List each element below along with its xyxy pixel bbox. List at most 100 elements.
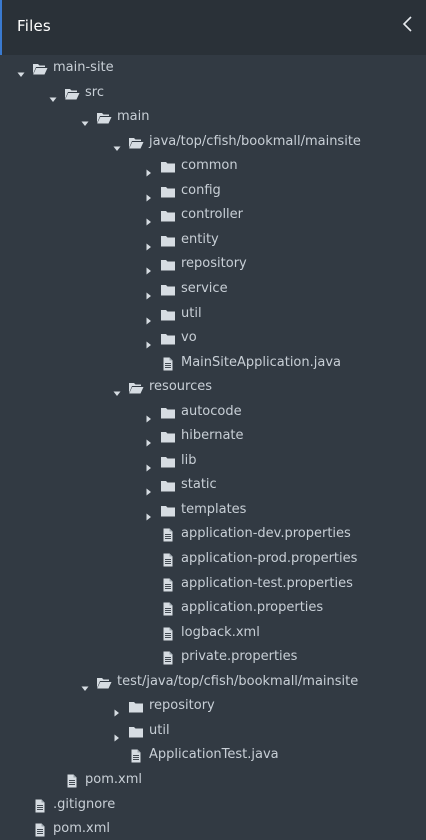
caret-down-icon[interactable] bbox=[113, 383, 121, 397]
tree-folder-row[interactable]: java/top/cfish/bookmall/mainsite bbox=[0, 130, 426, 154]
tree-item-label: resources bbox=[149, 379, 213, 395]
tree-folder-row[interactable]: hibernate bbox=[0, 424, 426, 448]
tree-item-label: test/java/top/cfish/bookmall/mainsite bbox=[117, 673, 359, 689]
caret-right-icon[interactable] bbox=[145, 285, 153, 300]
folder-icon bbox=[160, 159, 176, 173]
tree-item-label: util bbox=[181, 305, 202, 321]
tree-folder-row[interactable]: repository bbox=[0, 252, 426, 276]
tree-file-row[interactable]: MainSiteApplication.java bbox=[0, 351, 426, 375]
tree-file-row[interactable]: application-prod.properties bbox=[0, 547, 426, 571]
caret-right-icon[interactable] bbox=[145, 432, 153, 447]
caret-right-icon[interactable] bbox=[113, 702, 121, 717]
tree-folder-row[interactable]: vo bbox=[0, 326, 426, 350]
tree-folder-row[interactable]: service bbox=[0, 277, 426, 301]
tree-file-row[interactable]: pom.xml bbox=[0, 768, 426, 792]
file-icon bbox=[32, 798, 48, 812]
tree-folder-row[interactable]: lib bbox=[0, 449, 426, 473]
tree-item-label: logback.xml bbox=[181, 624, 260, 640]
caret-right-icon[interactable] bbox=[113, 727, 121, 742]
tree-file-row[interactable]: ApplicationTest.java bbox=[0, 743, 426, 767]
tree-file-row[interactable]: application.properties bbox=[0, 596, 426, 620]
tree-folder-row[interactable]: resources bbox=[0, 375, 426, 399]
tree-file-row[interactable]: application-test.properties bbox=[0, 572, 426, 596]
tree-file-row[interactable]: logback.xml bbox=[0, 621, 426, 645]
tree-folder-row[interactable]: src bbox=[0, 81, 426, 105]
chevron-left-icon bbox=[402, 16, 412, 32]
tree-folder-row[interactable]: main-site bbox=[0, 56, 426, 80]
caret-down-icon[interactable] bbox=[17, 64, 25, 77]
tree-folder-row[interactable]: util bbox=[0, 719, 426, 743]
file-icon bbox=[160, 650, 176, 665]
caret-right-icon[interactable] bbox=[145, 506, 153, 521]
tree-folder-row[interactable]: config bbox=[0, 179, 426, 203]
tree-item-label: private.properties bbox=[181, 649, 298, 665]
tree-item-label: controller bbox=[181, 207, 244, 223]
tree-folder-row[interactable]: entity bbox=[0, 228, 426, 252]
caret-down-icon[interactable] bbox=[49, 89, 57, 102]
tree-folder-row[interactable]: common bbox=[0, 154, 426, 178]
tree-item-label: service bbox=[181, 280, 228, 296]
folder-icon bbox=[160, 233, 176, 247]
file-icon bbox=[128, 748, 144, 763]
caret-down-icon[interactable] bbox=[81, 113, 89, 127]
tree-item-label: application-dev.properties bbox=[181, 526, 351, 542]
file-icon bbox=[160, 356, 176, 371]
folder-icon bbox=[160, 184, 176, 198]
tree-folder-row[interactable]: util bbox=[0, 302, 426, 326]
tree-item-label: repository bbox=[181, 256, 247, 272]
tree-file-row[interactable]: pom.xml bbox=[0, 817, 426, 840]
caret-right-icon[interactable] bbox=[145, 310, 153, 324]
caret-right-icon[interactable] bbox=[145, 162, 153, 177]
tree-file-row[interactable]: .gitignore bbox=[0, 793, 426, 817]
folder-icon bbox=[160, 405, 176, 419]
tree-item-label: templates bbox=[181, 501, 247, 517]
file-icon bbox=[64, 773, 80, 788]
tree-item-label: src bbox=[85, 84, 104, 100]
folder-icon bbox=[160, 478, 176, 492]
tree-file-row[interactable]: application-dev.properties bbox=[0, 522, 426, 546]
caret-down-icon[interactable] bbox=[113, 138, 121, 151]
tree-item-label: config bbox=[181, 182, 221, 198]
tree-file-row[interactable]: private.properties bbox=[0, 645, 426, 669]
tree-item-label: main-site bbox=[53, 60, 114, 75]
folder-open-icon bbox=[128, 380, 144, 394]
caret-right-icon[interactable] bbox=[145, 236, 153, 251]
tree-item-label: vo bbox=[181, 330, 197, 346]
tree-item-label: repository bbox=[149, 698, 215, 714]
tree-item-label: pom.xml bbox=[85, 771, 142, 787]
tree-item-label: .gitignore bbox=[53, 796, 116, 812]
folder-open-icon bbox=[96, 675, 112, 689]
collapse-panel-button[interactable] bbox=[400, 14, 416, 34]
tree-folder-row[interactable]: controller bbox=[0, 203, 426, 227]
tree-item-label: application-test.properties bbox=[181, 575, 353, 591]
tree-item-label: entity bbox=[181, 231, 219, 247]
tree-folder-row[interactable]: templates bbox=[0, 498, 426, 522]
folder-icon bbox=[128, 724, 144, 738]
tree-item-label: java/top/cfish/bookmall/mainsite bbox=[149, 133, 361, 149]
folder-icon bbox=[160, 307, 176, 321]
tree-folder-row[interactable]: autocode bbox=[0, 400, 426, 424]
tree-item-label: autocode bbox=[181, 403, 242, 419]
tree-folder-row[interactable]: test/java/top/cfish/bookmall/mainsite bbox=[0, 670, 426, 694]
caret-right-icon[interactable] bbox=[145, 334, 153, 349]
tree-folder-row[interactable]: main bbox=[0, 105, 426, 129]
caret-down-icon[interactable] bbox=[81, 678, 89, 691]
tree-folder-row[interactable]: static bbox=[0, 473, 426, 497]
caret-right-icon[interactable] bbox=[145, 187, 153, 202]
folder-icon bbox=[160, 331, 176, 345]
caret-right-icon[interactable] bbox=[145, 408, 153, 423]
tree-item-label: lib bbox=[181, 452, 197, 468]
tree-item-label: util bbox=[149, 722, 170, 738]
caret-right-icon[interactable] bbox=[145, 481, 153, 496]
file-icon bbox=[32, 822, 48, 837]
folder-icon bbox=[160, 454, 176, 468]
folder-icon bbox=[160, 257, 176, 271]
caret-right-icon[interactable] bbox=[145, 260, 153, 275]
files-panel: Files main-site src main java/top/cfish/boo… bbox=[0, 0, 426, 840]
file-icon bbox=[160, 626, 176, 641]
caret-right-icon[interactable] bbox=[145, 457, 153, 472]
folder-icon bbox=[160, 282, 176, 296]
tree-item-label: MainSiteApplication.java bbox=[181, 354, 341, 370]
caret-right-icon[interactable] bbox=[145, 211, 153, 226]
tree-folder-row[interactable]: repository bbox=[0, 694, 426, 718]
